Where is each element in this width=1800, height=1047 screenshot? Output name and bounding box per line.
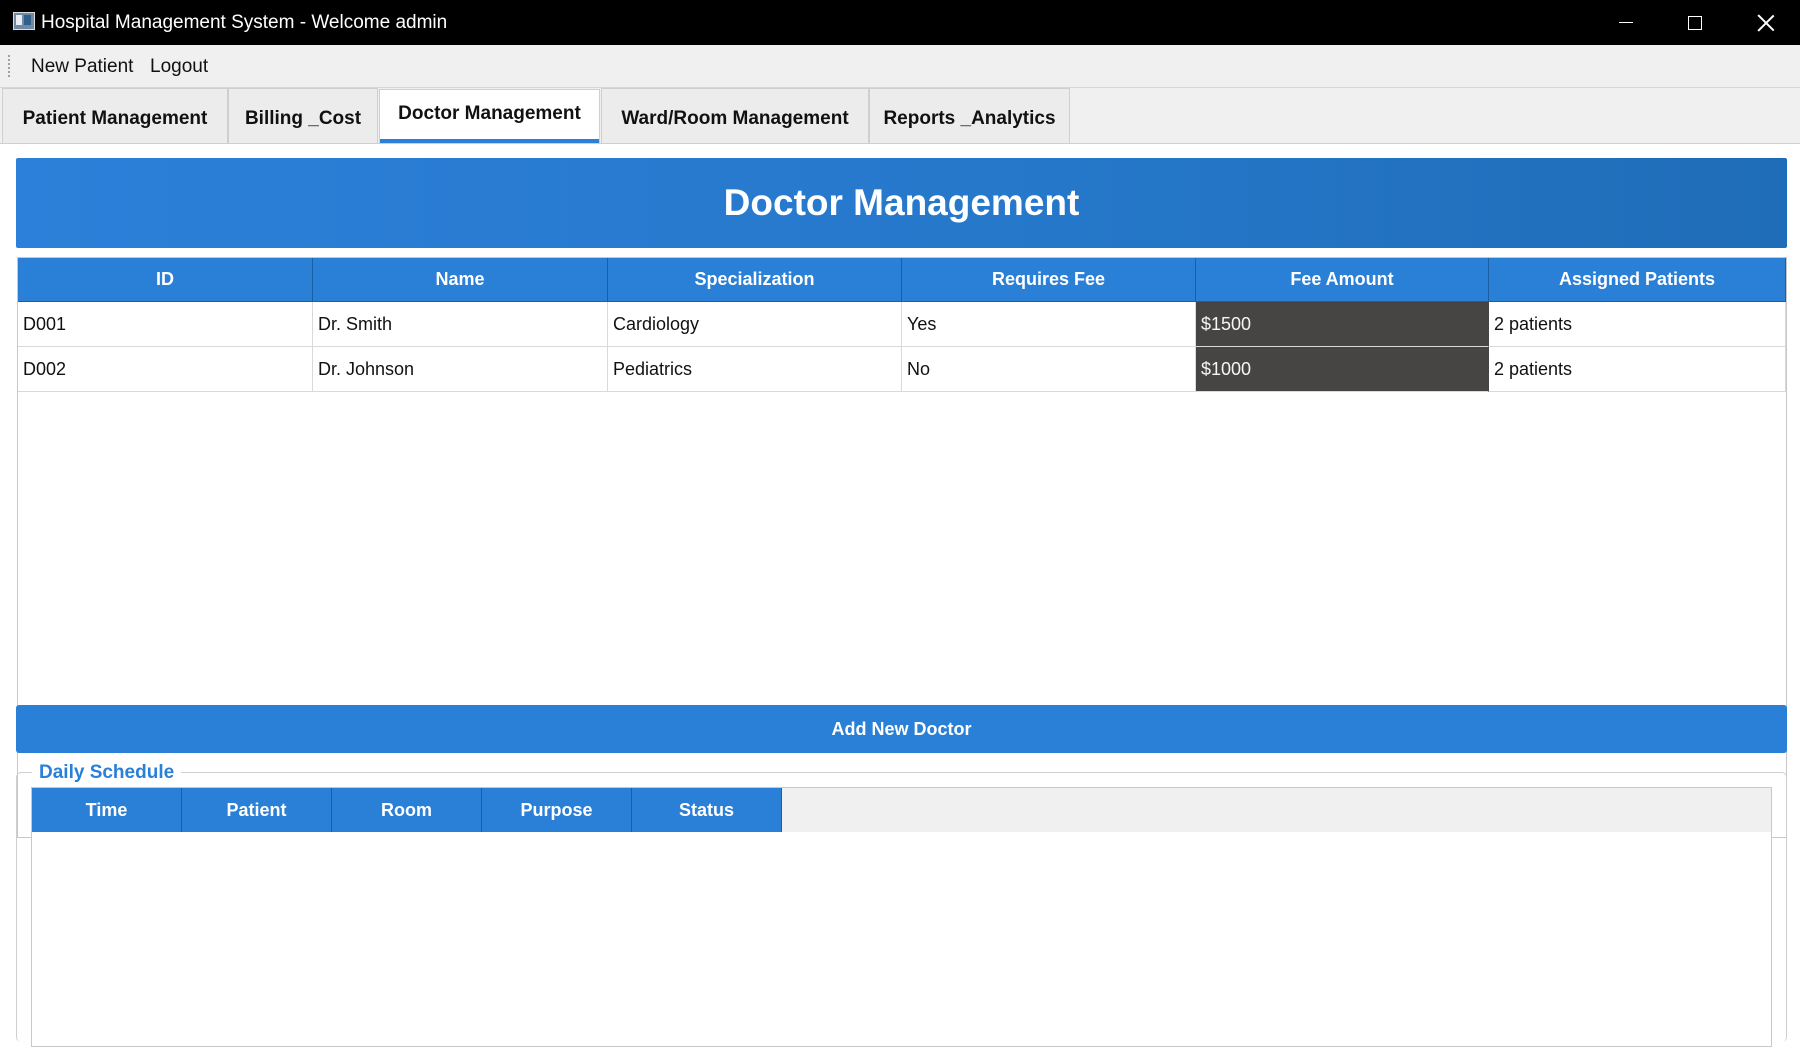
cell-assigned-patients[interactable]: 2 patients: [1489, 302, 1786, 347]
cell-assigned-patients[interactable]: 2 patients: [1489, 347, 1786, 392]
table-header-row: ID Name Specialization Requires Fee Fee …: [18, 258, 1786, 302]
tab-doctor-management[interactable]: Doctor Management: [379, 89, 600, 143]
close-icon: [1757, 14, 1775, 32]
active-tab-indicator: [380, 139, 599, 143]
tab-ward-room-management[interactable]: Ward/Room Management: [601, 88, 869, 143]
tab-reports-analytics[interactable]: Reports _Analytics: [869, 88, 1070, 143]
column-header-specialization[interactable]: Specialization: [608, 258, 902, 302]
cell-name[interactable]: Dr. Johnson: [313, 347, 608, 392]
maximize-icon: [1688, 15, 1702, 30]
column-header-fee-amount[interactable]: Fee Amount: [1196, 258, 1489, 302]
cell-specialization[interactable]: Cardiology: [608, 302, 902, 347]
cell-name[interactable]: Dr. Smith: [313, 302, 608, 347]
menu-item-logout[interactable]: Logout: [148, 45, 210, 88]
title-bar: Hospital Management System - Welcome adm…: [0, 0, 1800, 45]
page-title-banner: Doctor Management: [16, 158, 1787, 248]
tab-strip: Patient Management Billing _Cost Doctor …: [0, 88, 1800, 144]
add-new-doctor-button[interactable]: Add New Doctor: [16, 705, 1787, 753]
toolbar-grip-icon[interactable]: [7, 54, 11, 78]
tab-patient-management[interactable]: Patient Management: [2, 88, 228, 143]
menu-item-new-patient[interactable]: New Patient: [29, 45, 135, 88]
column-header-patient[interactable]: Patient: [182, 788, 332, 832]
column-header-status[interactable]: Status: [632, 788, 782, 832]
tab-label: Patient Management: [22, 108, 208, 129]
column-header-time[interactable]: Time: [32, 788, 182, 832]
tab-billing-cost[interactable]: Billing _Cost: [228, 88, 378, 143]
column-header-purpose[interactable]: Purpose: [482, 788, 632, 832]
cell-id[interactable]: D002: [18, 347, 313, 392]
column-header-assigned-patients[interactable]: Assigned Patients: [1489, 258, 1786, 302]
window-title: Hospital Management System - Welcome adm…: [41, 12, 448, 33]
table-row[interactable]: D002 Dr. Johnson Pediatrics No $1000 2 p…: [18, 347, 1786, 392]
daily-schedule-legend: Daily Schedule: [32, 762, 182, 784]
menu-bar: New Patient Logout: [0, 45, 1800, 88]
tab-label: Doctor Management: [398, 102, 581, 124]
close-button[interactable]: [1731, 0, 1800, 45]
cell-fee-amount[interactable]: $1000: [1196, 347, 1489, 392]
app-window-icon: [13, 12, 35, 30]
minimize-icon: [1619, 22, 1633, 23]
cell-requires-fee[interactable]: Yes: [902, 302, 1196, 347]
cell-specialization[interactable]: Pediatrics: [608, 347, 902, 392]
tab-label: Ward/Room Management: [621, 108, 849, 129]
daily-schedule-group: Daily Schedule Time Patient Room Purpose…: [16, 762, 1787, 1047]
tab-content-panel: Doctor Management ID Name Specialization…: [3, 144, 1797, 1047]
column-header-requires-fee[interactable]: Requires Fee: [902, 258, 1196, 302]
cell-id[interactable]: D001: [18, 302, 313, 347]
schedule-header-row: Time Patient Room Purpose Status: [32, 788, 1771, 832]
tab-label: Reports _Analytics: [883, 108, 1056, 129]
table-row[interactable]: D001 Dr. Smith Cardiology Yes $1500 2 pa…: [18, 302, 1786, 347]
page-title: Doctor Management: [723, 182, 1080, 223]
column-header-room[interactable]: Room: [332, 788, 482, 832]
cell-fee-amount[interactable]: $1500: [1196, 302, 1489, 347]
schedule-table[interactable]: Time Patient Room Purpose Status: [31, 787, 1772, 1047]
minimize-button[interactable]: [1591, 0, 1661, 45]
maximize-button[interactable]: [1660, 0, 1730, 45]
column-header-name[interactable]: Name: [313, 258, 608, 302]
tab-label: Billing _Cost: [244, 108, 362, 129]
column-header-id[interactable]: ID: [18, 258, 313, 302]
cell-requires-fee[interactable]: No: [902, 347, 1196, 392]
